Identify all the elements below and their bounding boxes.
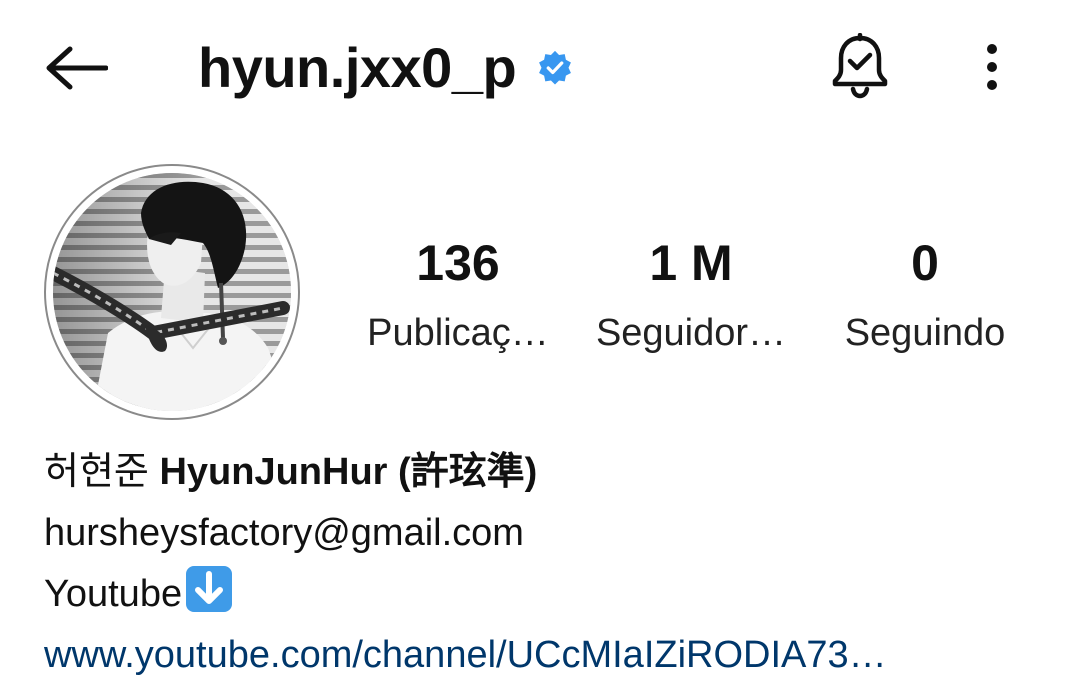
- following-stat[interactable]: 0 Seguindo: [830, 232, 1020, 362]
- more-options-button[interactable]: [966, 32, 1018, 102]
- back-button[interactable]: [40, 36, 112, 100]
- followers-count: 1 M: [649, 235, 733, 291]
- posts-count: 136: [416, 235, 500, 291]
- title-group: hyun.jxx0_p: [198, 30, 574, 106]
- notifications-button[interactable]: [824, 28, 896, 104]
- bio-email: hursheysfactory@gmail.com: [44, 512, 524, 554]
- bio-youtube-line: Youtube: [44, 564, 1054, 625]
- followers-label: Seguidor…: [595, 312, 787, 354]
- profile-username: hyun.jxx0_p: [198, 36, 517, 99]
- bio-youtube-text: Youtube: [44, 573, 183, 615]
- profile-bio: 허현준 HyunJunHur (許玹準) hursheysfactory@gma…: [44, 442, 1054, 686]
- more-vertical-icon: [987, 44, 997, 90]
- bio-external-link[interactable]: www.youtube.com/channel/UCcMIaIZiRODIA73…: [44, 625, 1054, 686]
- followers-stat[interactable]: 1 M Seguidor…: [586, 232, 796, 362]
- posts-stat[interactable]: 136 Publicaç…: [356, 232, 560, 362]
- bio-name-korean: 허현준: [44, 451, 160, 493]
- avatar-photo: [53, 173, 291, 411]
- bio-full-name: 허현준 HyunJunHur (許玹準): [44, 442, 1054, 503]
- following-label: Seguindo: [844, 312, 1006, 354]
- profile-avatar[interactable]: [44, 164, 300, 420]
- profile-header: hyun.jxx0_p: [0, 0, 1080, 135]
- bio-name-hanja: (許玹準): [387, 451, 538, 493]
- bio-name-english: HyunJunHur: [159, 451, 388, 493]
- down-arrow-emoji-icon: [184, 564, 234, 614]
- following-count: 0: [911, 235, 939, 291]
- posts-label: Publicaç…: [367, 312, 549, 354]
- verified-badge-icon: [536, 49, 574, 87]
- bell-check-icon: [832, 33, 888, 99]
- arrow-left-icon: [46, 46, 108, 90]
